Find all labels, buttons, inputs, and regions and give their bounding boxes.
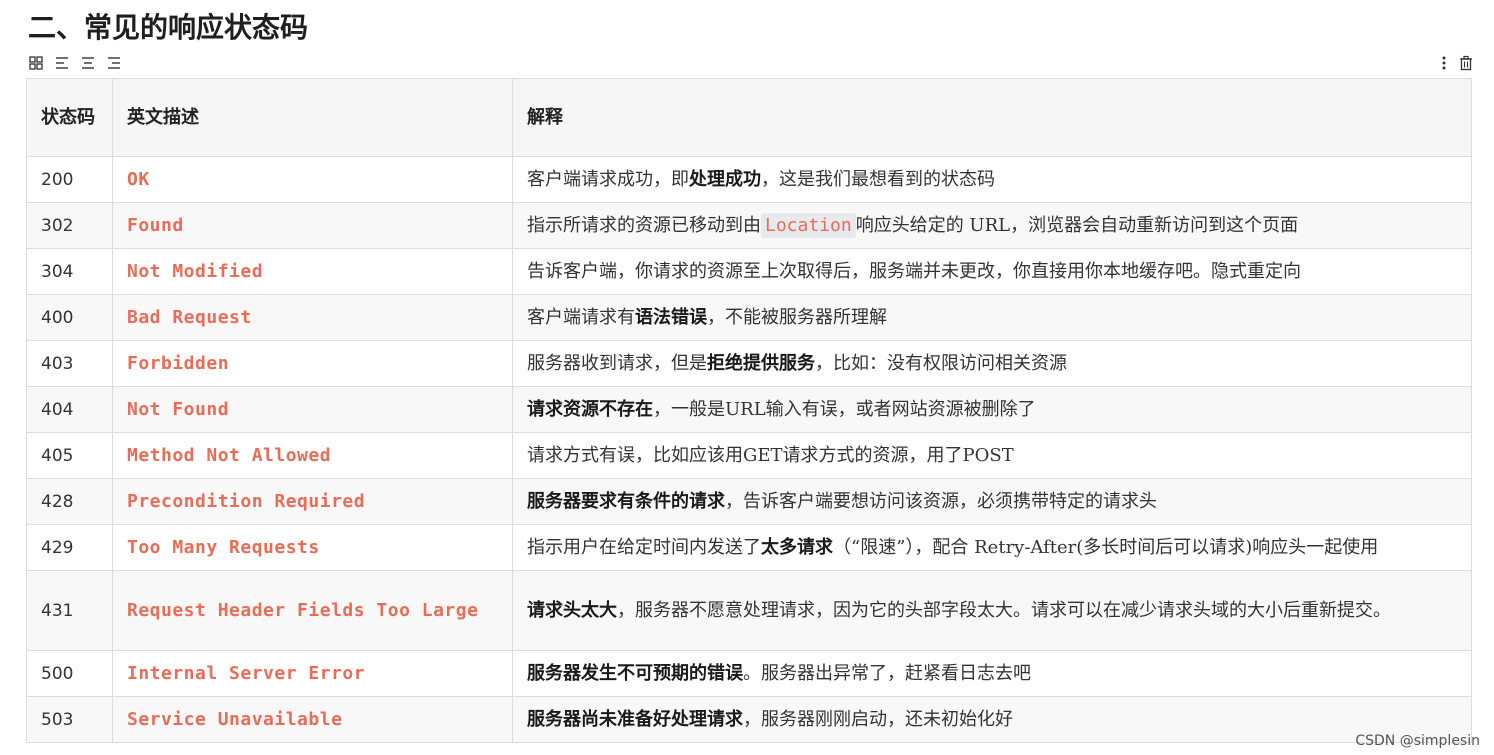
table-row: 403 Forbidden 服务器收到请求，但是拒绝提供服务，比如：没有权限访问… [26, 340, 1472, 387]
header-desc: 英文描述 [112, 78, 513, 157]
status-code: 428 [26, 478, 113, 525]
table-row: 429 Too Many Requests 指示用户在给定时间内发送了太多请求（… [26, 524, 1472, 571]
explanation-text: 指示用户在给定时间内发送了 [527, 536, 761, 558]
explanation-bold: 服务器发生不可预期的错误 [527, 662, 743, 684]
table-row: 304 Not Modified 告诉客户端，你请求的资源至上次取得后，服务端并… [26, 248, 1472, 295]
status-code: 403 [26, 340, 113, 387]
status-code: 500 [26, 650, 113, 697]
explanation: 服务器要求有条件的请求，告诉客户端要想访问该资源，必须携带特定的请求头 [512, 478, 1472, 525]
trash-icon[interactable] [1458, 55, 1474, 71]
explanation: 服务器收到请求，但是拒绝提供服务，比如：没有权限访问相关资源 [512, 340, 1472, 387]
explanation-text: ，这是我们最想看到的状态码 [761, 168, 995, 190]
explanation-text: 客户端请求有 [527, 306, 635, 328]
explanation-bold: 太多请求 [761, 536, 833, 558]
header-code: 状态码 [26, 78, 113, 157]
table-row: 428 Precondition Required 服务器要求有条件的请求，告诉… [26, 478, 1472, 525]
table-toolbar [28, 55, 122, 71]
explanation-bold: 请求资源不存在 [527, 398, 653, 420]
english-description: Found [112, 202, 513, 249]
english-description: Service Unavailable [112, 696, 513, 743]
explanation: 指示所请求的资源已移动到由 Location 响应头给定的 URL，浏览器会自动重新… [512, 202, 1472, 249]
explanation: 请求资源不存在，一般是URL输入有误，或者网站资源被删除了 [512, 386, 1472, 433]
explanation-text: 指示所请求的资源已移动到由 [527, 214, 761, 236]
status-code: 304 [26, 248, 113, 295]
status-code: 302 [26, 202, 113, 249]
explanation-text: ，服务器不愿意处理请求，因为它的头部字段太大。请求可以在减少请求头域的大小后重新… [617, 599, 1391, 621]
explanation: 指示用户在给定时间内发送了太多请求（“限速”），配合 Retry-After(多… [512, 524, 1472, 571]
explanation: 告诉客户端，你请求的资源至上次取得后，服务端并未更改，你直接用你本地缓存吧。隐式… [512, 248, 1472, 295]
explanation-text: ，告诉客户端要想访问该资源，必须携带特定的请求头 [725, 490, 1157, 512]
english-description: Request Header Fields Too Large [112, 570, 513, 651]
explanation: 服务器尚未准备好处理请求，服务器刚刚启动，还未初始化好 [512, 696, 1472, 743]
explanation: 服务器发生不可预期的错误。服务器出异常了，赶紧看日志去吧 [512, 650, 1472, 697]
status-code: 404 [26, 386, 113, 433]
status-code: 400 [26, 294, 113, 341]
explanation-bold: 语法错误 [635, 306, 707, 328]
english-description: Too Many Requests [112, 524, 513, 571]
status-code: 200 [26, 156, 113, 203]
explanation: 客户端请求有语法错误，不能被服务器所理解 [512, 294, 1472, 341]
align-left-icon[interactable] [54, 55, 70, 71]
status-code-table: 状态码 英文描述 解释 200 OK 客户端请求成功，即处理成功，这是我们最想看… [26, 78, 1472, 743]
grid-icon[interactable] [28, 55, 44, 71]
table-row: 405 Method Not Allowed 请求方式有误，比如应该用GET请求… [26, 432, 1472, 479]
more-vertical-icon[interactable] [1436, 55, 1452, 71]
page-title: 二、常见的响应状态码 [28, 11, 309, 44]
header-expl: 解释 [512, 78, 1472, 157]
explanation-text: ，一般是URL输入有误，或者网站资源被删除了 [653, 398, 1036, 420]
english-description: Precondition Required [112, 478, 513, 525]
explanation-text: 响应头给定的 URL，浏览器会自动重新访问到这个页面 [855, 214, 1299, 236]
english-description: Bad Request [112, 294, 513, 341]
english-description: Not Found [112, 386, 513, 433]
explanation: 客户端请求成功，即处理成功，这是我们最想看到的状态码 [512, 156, 1472, 203]
explanation: 请求方式有误，比如应该用GET请求方式的资源，用了POST [512, 432, 1472, 479]
table-header-row: 状态码 英文描述 解释 [26, 78, 1472, 157]
align-right-icon[interactable] [106, 55, 122, 71]
english-description: Forbidden [112, 340, 513, 387]
status-code: 503 [26, 696, 113, 743]
table-row: 503 Service Unavailable 服务器尚未准备好处理请求，服务器… [26, 696, 1472, 743]
explanation-bold: 处理成功 [689, 168, 761, 190]
explanation-text: ，比如：没有权限访问相关资源 [815, 352, 1067, 374]
english-description: Not Modified [112, 248, 513, 295]
explanation-text: 。服务器出异常了，赶紧看日志去吧 [743, 662, 1031, 684]
status-code: 405 [26, 432, 113, 479]
table-row: 302 Found 指示所请求的资源已移动到由 Location 响应头给定的 UR… [26, 202, 1472, 249]
table-row: 404 Not Found 请求资源不存在，一般是URL输入有误，或者网站资源被… [26, 386, 1472, 433]
english-description: Method Not Allowed [112, 432, 513, 479]
table-row: 200 OK 客户端请求成功，即处理成功，这是我们最想看到的状态码 [26, 156, 1472, 203]
table-row: 400 Bad Request 客户端请求有语法错误，不能被服务器所理解 [26, 294, 1472, 341]
explanation-text: （“限速”），配合 Retry-After(多长时间后可以请求)响应头一起使用 [833, 536, 1379, 558]
explanation: 请求头太大，服务器不愿意处理请求，因为它的头部字段太大。请求可以在减少请求头域的… [512, 570, 1472, 651]
explanation-text: 服务器收到请求，但是 [527, 352, 707, 374]
english-description: Internal Server Error [112, 650, 513, 697]
table-row: 431 Request Header Fields Too Large 请求头太… [26, 570, 1472, 651]
explanation-bold: 服务器要求有条件的请求 [527, 490, 725, 512]
explanation-text: 请求方式有误，比如应该用GET请求方式的资源，用了POST [527, 444, 1014, 466]
explanation-bold: 拒绝提供服务 [707, 352, 815, 374]
explanation-bold: 服务器尚未准备好处理请求 [527, 708, 743, 730]
status-code: 431 [26, 570, 113, 651]
inline-code: Location [761, 212, 856, 238]
table-actions [1436, 55, 1474, 71]
explanation-text: ，不能被服务器所理解 [707, 306, 887, 328]
watermark: CSDN @simplesin [1355, 733, 1480, 749]
explanation-text: 告诉客户端，你请求的资源至上次取得后，服务端并未更改，你直接用你本地缓存吧。隐式… [527, 260, 1301, 282]
status-code: 429 [26, 524, 113, 571]
english-description: OK [112, 156, 513, 203]
align-center-icon[interactable] [80, 55, 96, 71]
explanation-bold: 请求头太大 [527, 599, 617, 621]
explanation-text: 客户端请求成功，即 [527, 168, 689, 190]
table-row: 500 Internal Server Error 服务器发生不可预期的错误。服… [26, 650, 1472, 697]
explanation-text: ，服务器刚刚启动，还未初始化好 [743, 708, 1013, 730]
